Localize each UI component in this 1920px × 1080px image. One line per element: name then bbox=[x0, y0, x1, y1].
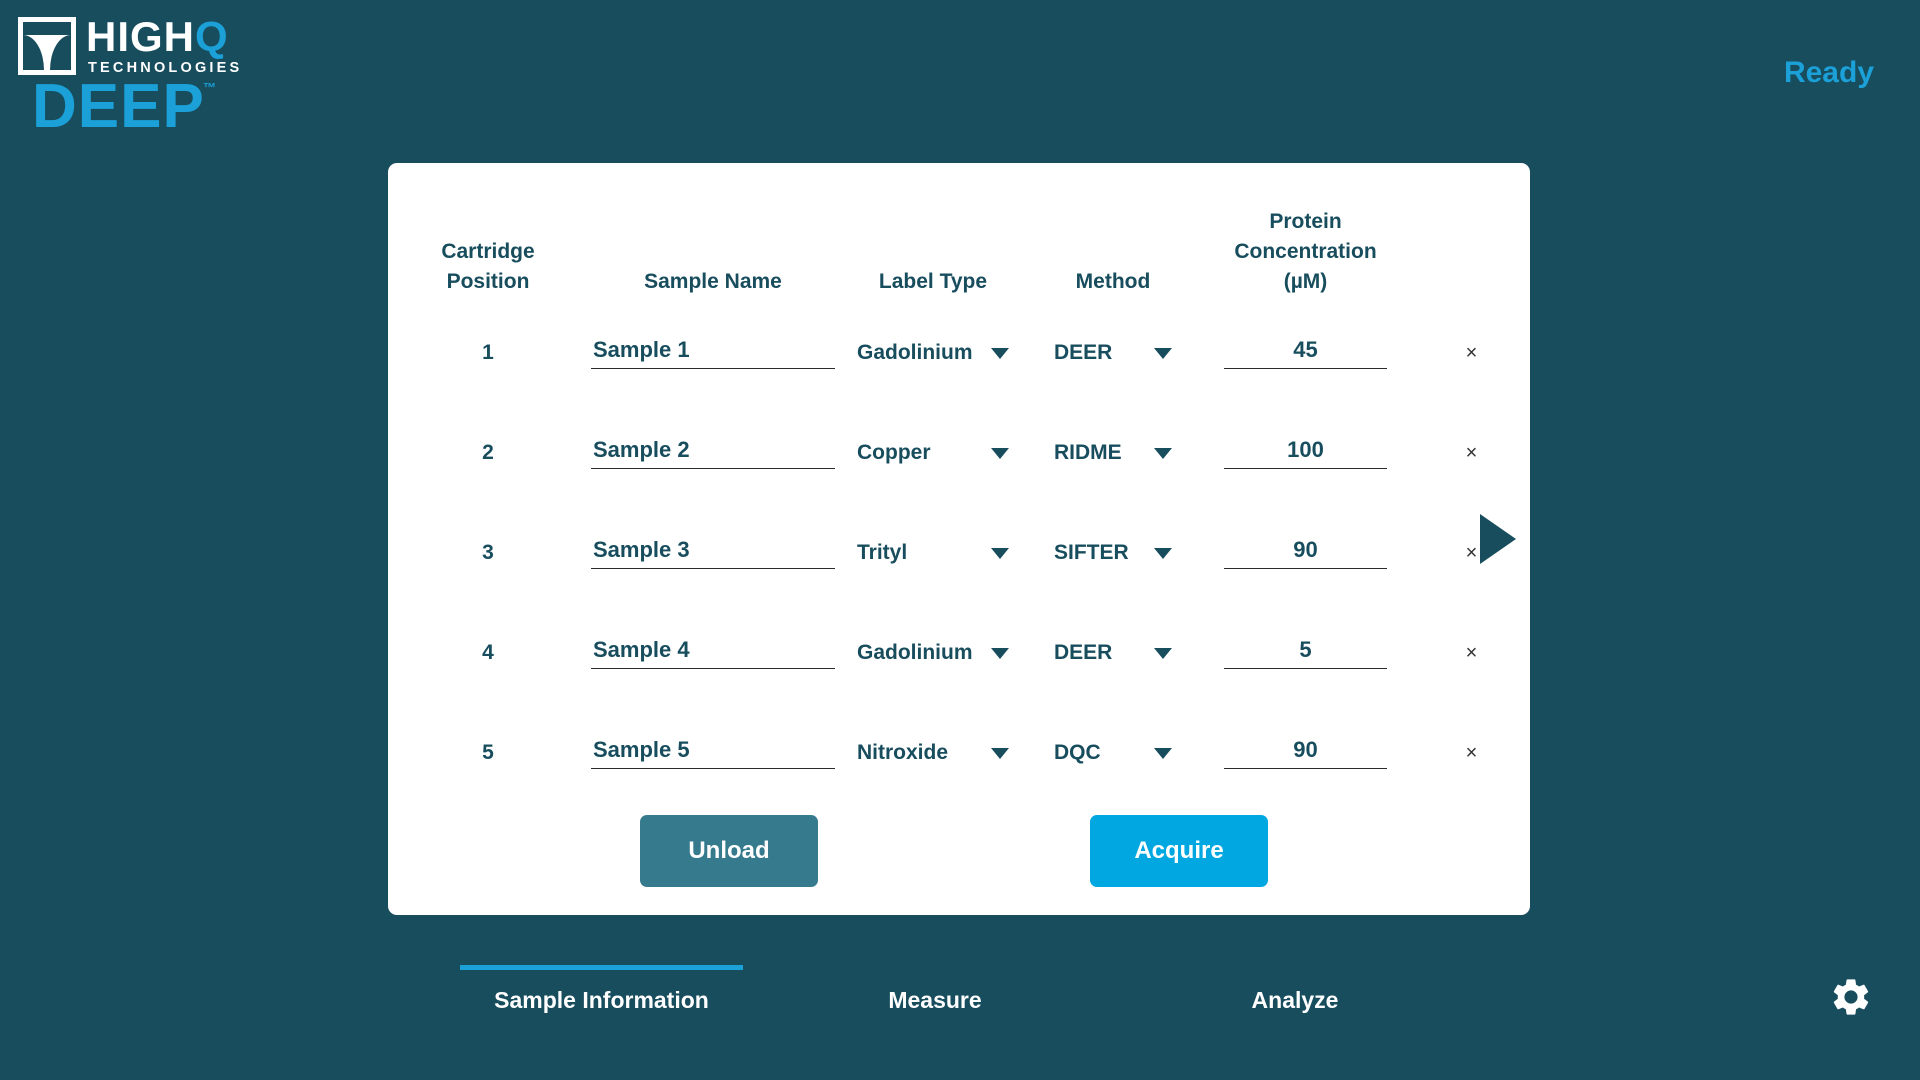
method-value: SIFTER bbox=[1054, 541, 1129, 564]
cartridge-position-value: 4 bbox=[482, 641, 494, 664]
method-value: RIDME bbox=[1054, 441, 1122, 464]
method-dropdown[interactable]: DQC bbox=[1054, 741, 1172, 765]
remove-row-button[interactable]: × bbox=[1466, 343, 1478, 363]
chevron-down-icon bbox=[991, 347, 1009, 359]
label-type-value: Gadolinium bbox=[857, 341, 973, 364]
remove-row-button[interactable]: × bbox=[1466, 443, 1478, 463]
sample-name-input[interactable] bbox=[591, 337, 835, 369]
method-value: DEER bbox=[1054, 641, 1113, 664]
active-tab-indicator bbox=[845, 965, 1025, 970]
chevron-down-icon bbox=[1154, 447, 1172, 459]
cartridge-position-value: 5 bbox=[482, 741, 494, 764]
chevron-down-icon bbox=[991, 747, 1009, 759]
panel-actions: Unload Acquire bbox=[388, 803, 1530, 915]
column-header-sample-name: Sample Name bbox=[644, 270, 782, 293]
column-header-cartridge-position: Cartridge Position bbox=[441, 240, 535, 293]
bottom-tab-bar: Sample Information Measure Analyze bbox=[0, 965, 1920, 1035]
sample-name-input[interactable] bbox=[591, 637, 835, 669]
acquire-button[interactable]: Acquire bbox=[1090, 815, 1268, 887]
tab-analyze[interactable]: Analyze bbox=[1205, 965, 1385, 1014]
brand-logo: HIGHQ TECHNOLOGIES DEEP ™ bbox=[18, 8, 239, 138]
method-value: DQC bbox=[1054, 741, 1101, 764]
brand-high-text: HIGH bbox=[86, 13, 195, 60]
chevron-down-icon bbox=[1154, 747, 1172, 759]
table-row: 1 Gadolinium DEER × bbox=[388, 303, 1530, 403]
protein-concentration-input[interactable] bbox=[1224, 537, 1387, 569]
status-badge: Ready bbox=[1783, 56, 1874, 89]
cartridge-position-value: 3 bbox=[482, 541, 494, 564]
sample-name-input[interactable] bbox=[591, 437, 835, 469]
remove-row-button[interactable]: × bbox=[1466, 543, 1478, 563]
method-value: DEER bbox=[1054, 341, 1113, 364]
gear-icon[interactable] bbox=[1829, 975, 1873, 1019]
label-type-dropdown[interactable]: Copper bbox=[857, 441, 1009, 465]
active-tab-indicator bbox=[1205, 965, 1385, 970]
label-type-value: Nitroxide bbox=[857, 741, 949, 764]
table-row: 4 Gadolinium DEER × bbox=[388, 603, 1530, 703]
remove-row-button[interactable]: × bbox=[1466, 743, 1478, 763]
play-arrow-icon[interactable] bbox=[1480, 514, 1516, 564]
highq-logo-mark-icon bbox=[18, 17, 76, 75]
unload-button[interactable]: Unload bbox=[640, 815, 818, 887]
column-header-method: Method bbox=[1075, 270, 1151, 293]
label-type-dropdown[interactable]: Gadolinium bbox=[857, 641, 1009, 665]
table-row: 5 Nitroxide DQC × bbox=[388, 703, 1530, 803]
cartridge-position-value: 1 bbox=[482, 341, 494, 364]
chevron-down-icon bbox=[991, 447, 1009, 459]
brand-q-text: Q bbox=[195, 13, 229, 60]
sample-name-input[interactable] bbox=[591, 537, 835, 569]
chevron-down-icon bbox=[1154, 647, 1172, 659]
label-type-value: Copper bbox=[857, 441, 931, 464]
label-type-value: Gadolinium bbox=[857, 641, 973, 664]
tab-label: Measure bbox=[888, 987, 982, 1013]
column-header-label-type: Label Type bbox=[878, 270, 988, 293]
label-type-dropdown[interactable]: Nitroxide bbox=[857, 741, 1009, 765]
tab-sample-information[interactable]: Sample Information bbox=[460, 965, 743, 1014]
method-dropdown[interactable]: DEER bbox=[1054, 641, 1172, 665]
chevron-down-icon bbox=[1154, 547, 1172, 559]
sample-information-panel: Cartridge Position Sample Name Label Typ… bbox=[388, 163, 1530, 915]
table-row: 3 Trityl SIFTER × bbox=[388, 503, 1530, 603]
column-header-protein-concentration: Protein Concentration (µM) bbox=[1234, 210, 1377, 293]
method-dropdown[interactable]: DEER bbox=[1054, 341, 1172, 365]
protein-concentration-input[interactable] bbox=[1224, 737, 1387, 769]
sample-table: Cartridge Position Sample Name Label Typ… bbox=[388, 163, 1530, 803]
label-type-dropdown[interactable]: Gadolinium bbox=[857, 341, 1009, 365]
active-tab-indicator bbox=[460, 965, 743, 970]
label-type-value: Trityl bbox=[857, 541, 908, 564]
chevron-down-icon bbox=[991, 647, 1009, 659]
cartridge-position-value: 2 bbox=[482, 441, 494, 464]
label-type-dropdown[interactable]: Trityl bbox=[857, 541, 1009, 565]
table-header-row: Cartridge Position Sample Name Label Typ… bbox=[388, 163, 1530, 303]
protein-concentration-input[interactable] bbox=[1224, 637, 1387, 669]
method-dropdown[interactable]: SIFTER bbox=[1054, 541, 1172, 565]
chevron-down-icon bbox=[1154, 347, 1172, 359]
protein-concentration-input[interactable] bbox=[1224, 337, 1387, 369]
brand-trademark-text: ™ bbox=[203, 80, 216, 95]
remove-row-button[interactable]: × bbox=[1466, 643, 1478, 663]
tab-label: Analyze bbox=[1251, 987, 1339, 1013]
table-row: 2 Copper RIDME × bbox=[388, 403, 1530, 503]
app-header: HIGHQ TECHNOLOGIES DEEP ™ Ready bbox=[0, 0, 1920, 150]
chevron-down-icon bbox=[991, 547, 1009, 559]
method-dropdown[interactable]: RIDME bbox=[1054, 441, 1172, 465]
sample-name-input[interactable] bbox=[591, 737, 835, 769]
brand-deep-text: DEEP bbox=[32, 72, 205, 141]
brand-highq: HIGHQ bbox=[86, 16, 229, 58]
tab-measure[interactable]: Measure bbox=[845, 965, 1025, 1014]
tab-label: Sample Information bbox=[494, 987, 709, 1013]
protein-concentration-input[interactable] bbox=[1224, 437, 1387, 469]
